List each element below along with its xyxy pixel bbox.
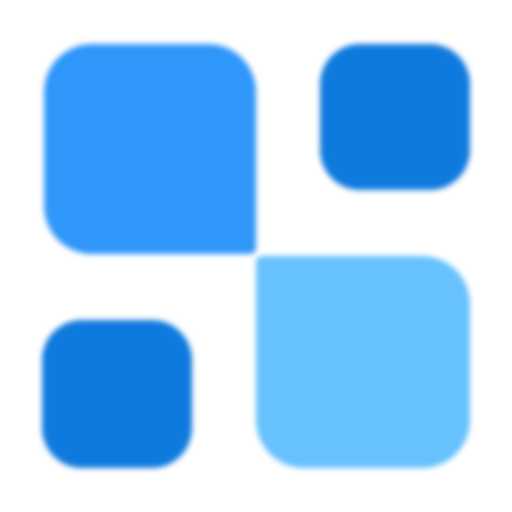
- large-tile-top-left: [44, 44, 256, 254]
- small-tile-bottom-left: [42, 320, 192, 468]
- small-tile-top-right: [320, 44, 470, 190]
- blocks-grid-icon: [0, 0, 512, 512]
- large-tile-bottom-right: [256, 256, 470, 468]
